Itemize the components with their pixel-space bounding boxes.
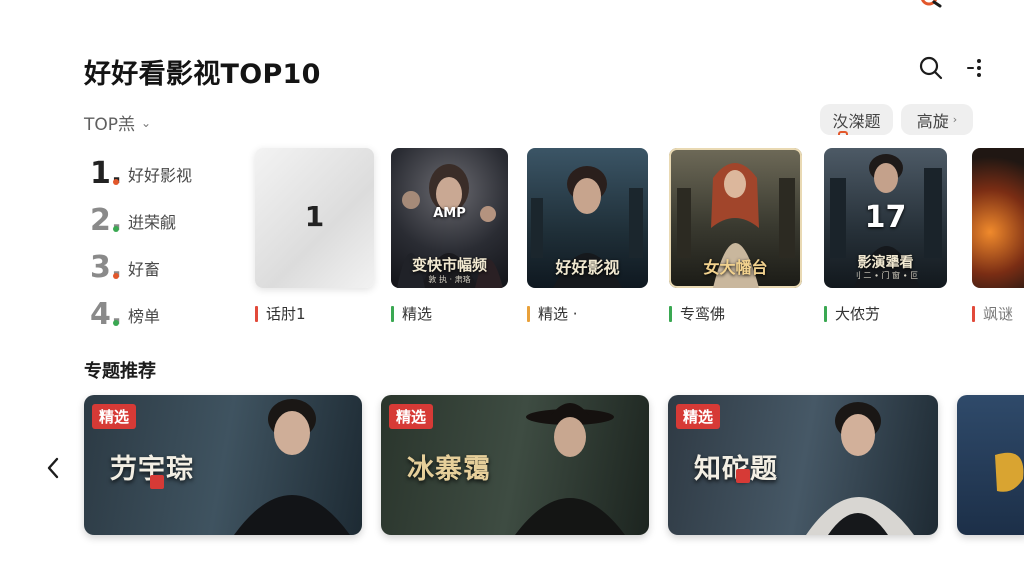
ranking-list: 1. 好好影视 2. 逬荣觎 3. 好畜 4. 榜单 [90,150,192,338]
filter-chip-label: 汷滐题 [832,111,881,131]
caption-marker [972,305,975,322]
ranking-label: 好畜 [128,259,161,279]
more-vertical-icon [967,59,981,77]
poster-card[interactable]: AMP 变快市幅频 敦 执 · 肃珞 [391,148,508,288]
poster-title: 变快市幅频 [411,256,487,274]
topic-card[interactable]: 精选 芀宇琮 [84,395,362,535]
topic-card[interactable]: 精选 知砣题 [668,395,938,535]
poster-card[interactable]: 17 影演犟看 刂 二 ∙ 门 窗 ∙ 叵 [824,148,947,288]
carousel-prev-button[interactable] [40,452,66,484]
caption-label: 大侬艻 [835,305,881,323]
ranking-number: 2. [90,203,123,238]
page-title: 好好看影视TOP10 [84,59,321,90]
poster-caption[interactable]: 精选 · [527,303,578,324]
search-icon [919,56,943,80]
poster-card[interactable]: 1 [255,148,374,288]
caption-marker [255,305,258,322]
ranking-range-label: TOP羔 [84,115,136,135]
poster-caption[interactable]: 精选 [391,303,432,324]
poster-subtitle: 刂 二 ∙ 门 窗 ∙ 叵 [852,271,919,280]
topic-card[interactable] [957,395,1024,535]
ranking-label: 榜单 [128,306,161,326]
chevron-right-icon: › [952,113,958,126]
ranking-range-dropdown[interactable]: TOP羔 ⌄ [84,110,151,135]
ranking-label: 好好影视 [128,165,193,185]
poster-subtitle: 敦 执 · 肃珞 [428,275,471,284]
topic-title: 冰寨霭 [407,454,491,485]
more-options-button[interactable] [960,53,990,83]
caption-label: 精选 · [538,305,578,323]
caption-label: 专鸾佛 [680,305,726,323]
topic-badge: 精选 [389,404,434,429]
app-logo-icon [921,0,942,8]
search-button[interactable] [916,53,946,83]
poster-caption[interactable]: 专鸾佛 [669,303,725,324]
topic-card[interactable]: 精选 冰寨霭 [381,395,649,535]
ranking-item-4[interactable]: 4. 榜单 [90,291,192,338]
section-title: 专题推荐 [84,361,156,382]
caption-label: 话肘1 [266,305,306,323]
poster-card[interactable]: 女大幡台 [669,148,802,288]
caption-marker [669,305,672,322]
caption-label: 精选 [402,305,433,323]
poster-card[interactable]: 好好影视 [527,148,648,288]
ranking-number: 1. [90,156,123,191]
ranking-item-3[interactable]: 3. 好畜 [90,244,192,291]
topic-badge: 精选 [676,404,721,429]
topic-artwork [995,452,1024,492]
ranking-label: 逬荣觎 [128,212,177,232]
filter-chip-topic[interactable]: 汷滐题 [820,104,893,135]
poster-badge: 17 [864,200,907,235]
poster-caption[interactable]: 大侬艻 [824,303,880,324]
filter-chip-label: 高旋 [916,111,949,131]
caption-marker [824,305,827,322]
chevron-left-icon [47,457,59,479]
topic-mark [150,475,164,489]
ranking-item-2[interactable]: 2. 逬荣觎 [90,197,192,244]
ranking-number: 4. [90,297,123,332]
poster-title: 1 [304,200,325,233]
ranking-number: 3. [90,250,123,285]
poster-card[interactable] [972,148,1024,288]
poster-title: 好好影视 [555,258,620,277]
poster-title: 影演犟看 [857,255,914,271]
ranking-item-1[interactable]: 1. 好好影视 [90,150,192,197]
caption-label: 飒谜 [983,305,1014,323]
caption-marker [527,305,530,322]
chevron-down-icon: ⌄ [141,115,152,130]
topic-badge: 精选 [92,404,137,429]
poster-caption[interactable]: 飒谜 [972,303,1013,324]
poster-caption[interactable]: 话肘1 [255,303,306,324]
poster-title: 女大幡台 [703,258,768,277]
poster-badge: AMP [433,206,466,221]
filter-chip-quality[interactable]: 高旋 › [901,104,973,135]
topic-mark [736,469,750,483]
chip-indicator [838,131,848,135]
caption-marker [391,305,394,322]
